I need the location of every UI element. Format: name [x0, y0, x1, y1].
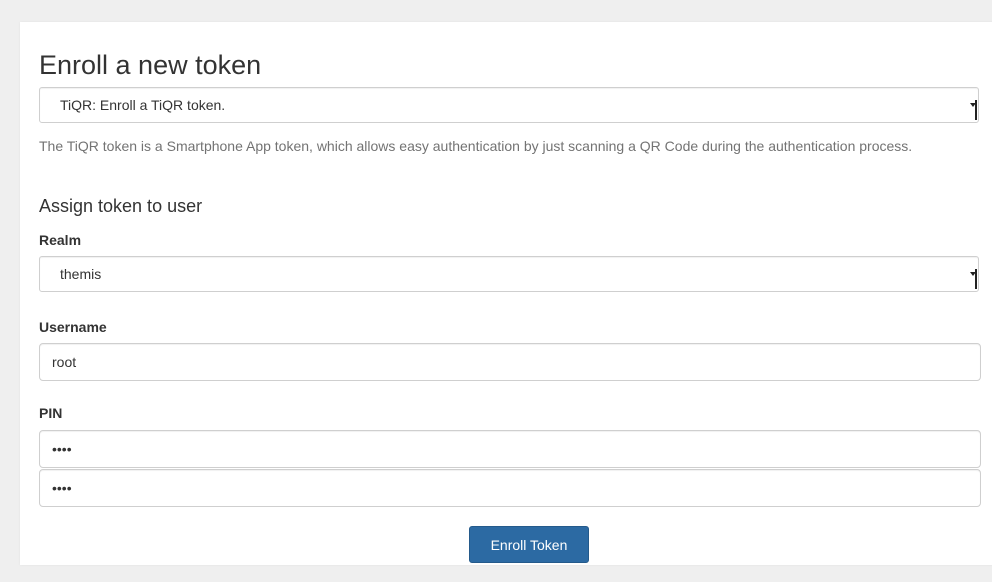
chevron-down-icon: [970, 257, 978, 291]
assign-token-heading: Assign token to user: [39, 196, 203, 216]
enroll-token-button[interactable]: Enroll Token: [469, 526, 589, 563]
token-type-select[interactable]: TiQR: Enroll a TiQR token.: [39, 87, 979, 123]
pin-field[interactable]: [39, 430, 981, 468]
username-label: Username: [39, 319, 107, 335]
pin-label: PIN: [39, 405, 63, 421]
enroll-token-panel: Enroll a new token TiQR: Enroll a TiQR t…: [20, 22, 992, 565]
pin-confirm-field[interactable]: [39, 469, 981, 507]
token-type-selected-value: TiQR: Enroll a TiQR token.: [60, 97, 226, 113]
token-type-description: The TiQR token is a Smartphone App token…: [39, 138, 913, 154]
page-title: Enroll a new token: [39, 50, 262, 80]
realm-select[interactable]: themis: [39, 256, 979, 292]
realm-label: Realm: [39, 232, 82, 248]
realm-selected-value: themis: [60, 266, 102, 282]
username-field[interactable]: [39, 343, 981, 381]
chevron-down-icon: [970, 88, 978, 122]
